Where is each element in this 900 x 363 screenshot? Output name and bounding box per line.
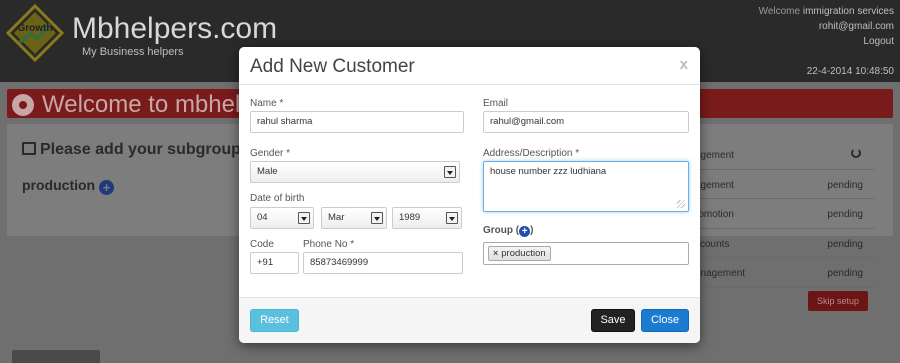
bottom-tab[interactable] (12, 350, 100, 363)
task-name: ccounts (695, 238, 730, 250)
close-icon[interactable]: x (680, 56, 688, 73)
task-name: romotion (695, 209, 734, 220)
group-label-text: Group (483, 225, 513, 236)
modal-header: Add New Customer x (239, 47, 700, 85)
dob-month-value: Mar (328, 212, 345, 223)
task-row: romotion pending (695, 199, 875, 229)
task-list: agement agement pending romotion pending… (695, 140, 875, 288)
task-name: agement (695, 150, 734, 161)
chevron-down-icon (298, 212, 310, 224)
user-email-link[interactable]: rohit@gmail.com (759, 19, 894, 34)
modal-title: Add New Customer (250, 56, 415, 77)
remove-tag-icon[interactable]: × (493, 248, 498, 258)
logo-text: Growth (18, 23, 53, 34)
group-heading-text: production (22, 177, 96, 193)
task-row: agement (695, 140, 875, 170)
dob-year-select[interactable]: 1989 (392, 207, 462, 229)
task-name: agement (695, 179, 734, 191)
code-label: Code (250, 239, 274, 250)
address-label: Address/Description * (483, 148, 580, 159)
gear-icon (12, 94, 34, 116)
task-status: pending (827, 179, 863, 191)
chevron-down-icon (371, 212, 383, 224)
task-status: pending (827, 238, 863, 250)
spinner-icon (851, 148, 861, 158)
modal-footer: Reset Save Close (239, 297, 700, 343)
brand-subtitle: My Business helpers (82, 46, 184, 58)
task-status: pending (827, 268, 863, 279)
edit-icon (22, 142, 36, 155)
name-label: Name * (250, 98, 284, 109)
resize-handle-icon[interactable] (677, 200, 685, 208)
address-textarea[interactable]: house number zzz ludhiana (483, 161, 689, 212)
group-heading: production + (22, 177, 114, 195)
email-field[interactable]: rahul@gmail.com (483, 111, 689, 133)
name-field[interactable]: rahul sharma (250, 111, 464, 133)
welcome-label: Welcome (758, 6, 801, 17)
task-status: pending (827, 209, 863, 220)
group-tag-input[interactable]: × production (483, 242, 689, 265)
add-group-icon[interactable]: + (519, 226, 531, 237)
task-row: agement pending (695, 170, 875, 199)
country-code-field[interactable]: +91 (250, 252, 299, 274)
task-row: ccounts pending (695, 229, 875, 258)
email-label: Email (483, 98, 509, 109)
group-tag-label: production (501, 248, 546, 259)
welcome-banner-text: Welcome to mbhel (42, 91, 241, 118)
dob-label: Date of birth (250, 193, 305, 204)
chevron-down-icon (446, 212, 458, 224)
group-label: Group (+) (483, 225, 534, 237)
reset-button[interactable]: Reset (250, 309, 299, 332)
skip-setup-button[interactable]: Skip setup (808, 291, 868, 311)
brand-title[interactable]: Mbhelpers.com (72, 12, 277, 46)
subgroups-prompt: Please add your subgroups/ (22, 141, 254, 159)
dob-day-select[interactable]: 04 (250, 207, 314, 229)
welcome-line: Welcome immigration services (759, 4, 894, 19)
logout-link[interactable]: Logout (759, 34, 894, 49)
phone-label: Phone No * (303, 239, 355, 250)
gender-label: Gender * (250, 148, 291, 159)
growth-logo-icon: Growth (6, 4, 64, 62)
add-subgroup-icon[interactable]: + (99, 180, 114, 195)
save-button[interactable]: Save (591, 309, 635, 332)
datetime: 22-4-2014 10:48:50 (806, 66, 894, 77)
task-row: anagement pending (695, 258, 875, 288)
company-link[interactable]: immigration services (803, 6, 894, 17)
dob-day-value: 04 (257, 212, 268, 223)
group-tag: × production (488, 246, 551, 261)
task-name: anagement (695, 268, 746, 279)
dob-month-select[interactable]: Mar (321, 207, 387, 229)
gender-select-value: Male (257, 166, 278, 177)
close-button[interactable]: Close (641, 309, 689, 332)
gender-select[interactable]: Male (250, 161, 460, 183)
phone-field[interactable]: 85873469999 (303, 252, 463, 274)
chevron-down-icon (444, 166, 456, 178)
dob-year-value: 1989 (399, 212, 421, 223)
address-text: house number zzz ludhiana (490, 166, 607, 177)
user-links: Welcome immigration services rohit@gmail… (759, 4, 894, 49)
subgroups-prompt-text: Please add your subgroups/ (40, 141, 255, 158)
add-customer-modal: Add New Customer x Name * rahul sharma G… (239, 47, 700, 343)
